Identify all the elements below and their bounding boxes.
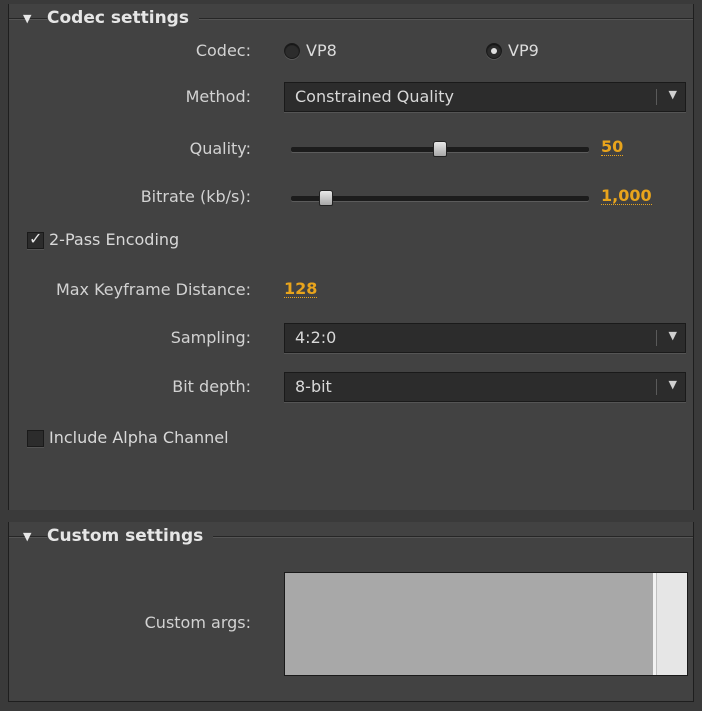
bit-depth-label: Bit depth: bbox=[172, 377, 251, 396]
chevron-down-icon[interactable]: ▼ bbox=[669, 88, 677, 101]
alpha-channel-label[interactable]: Include Alpha Channel bbox=[49, 428, 229, 447]
sampling-value: 4:2:0 bbox=[295, 328, 337, 347]
dropdown-divider bbox=[656, 379, 657, 395]
triangle-down-icon[interactable]: ▼ bbox=[23, 12, 31, 25]
method-label: Method: bbox=[185, 87, 251, 106]
vp8-radio-label[interactable]: VP8 bbox=[306, 41, 337, 60]
quality-value[interactable]: 50 bbox=[601, 138, 624, 156]
quality-slider-track[interactable] bbox=[291, 141, 589, 157]
quality-label: Quality: bbox=[189, 139, 251, 158]
alpha-channel-checkbox[interactable]: ✓ bbox=[27, 430, 44, 447]
method-value: Constrained Quality bbox=[295, 87, 454, 106]
chevron-down-icon[interactable]: ▼ bbox=[669, 378, 677, 391]
codec-label: Codec: bbox=[195, 41, 251, 60]
vp8-radio[interactable] bbox=[284, 43, 300, 59]
max-keyframe-label: Max Keyframe Distance: bbox=[55, 280, 251, 299]
vp9-radio[interactable] bbox=[486, 43, 502, 59]
bitrate-slider-thumb[interactable] bbox=[319, 190, 333, 206]
codec-settings-header[interactable]: ▼ Codec settings bbox=[9, 4, 693, 38]
sampling-label: Sampling: bbox=[170, 328, 251, 347]
section-title: Custom settings bbox=[47, 526, 214, 546]
dropdown-divider bbox=[656, 330, 657, 346]
checkmark-icon: ✓ bbox=[29, 229, 43, 248]
vp9-radio-label[interactable]: VP9 bbox=[508, 41, 539, 60]
bitrate-slider-track[interactable] bbox=[291, 190, 589, 206]
bitrate-label: Bitrate (kb/s): bbox=[140, 187, 251, 206]
textarea-scrollbar[interactable] bbox=[656, 573, 687, 675]
bit-depth-value: 8-bit bbox=[295, 377, 332, 396]
section-title: Codec settings bbox=[47, 8, 199, 28]
triangle-down-icon[interactable]: ▼ bbox=[23, 530, 31, 543]
two-pass-label[interactable]: 2-Pass Encoding bbox=[49, 230, 179, 249]
codec-settings-panel: ▼ Codec settings Codec: VP8 VP9 Method: … bbox=[8, 4, 694, 510]
chevron-down-icon[interactable]: ▼ bbox=[669, 329, 677, 342]
two-pass-checkbox[interactable]: ✓ bbox=[27, 229, 44, 249]
dropdown-divider bbox=[656, 89, 657, 105]
custom-args-textarea[interactable] bbox=[284, 572, 688, 676]
method-dropdown[interactable]: Constrained Quality ▼ bbox=[284, 82, 686, 112]
sampling-dropdown[interactable]: 4:2:0 ▼ bbox=[284, 323, 686, 353]
custom-settings-panel: ▼ Custom settings Custom args: bbox=[8, 522, 694, 702]
custom-args-label: Custom args: bbox=[144, 613, 251, 632]
bitrate-value[interactable]: 1,000 bbox=[601, 187, 652, 205]
bit-depth-dropdown[interactable]: 8-bit ▼ bbox=[284, 372, 686, 402]
max-keyframe-value[interactable]: 128 bbox=[284, 280, 318, 298]
custom-settings-header[interactable]: ▼ Custom settings bbox=[9, 522, 693, 556]
quality-slider-thumb[interactable] bbox=[433, 141, 447, 157]
